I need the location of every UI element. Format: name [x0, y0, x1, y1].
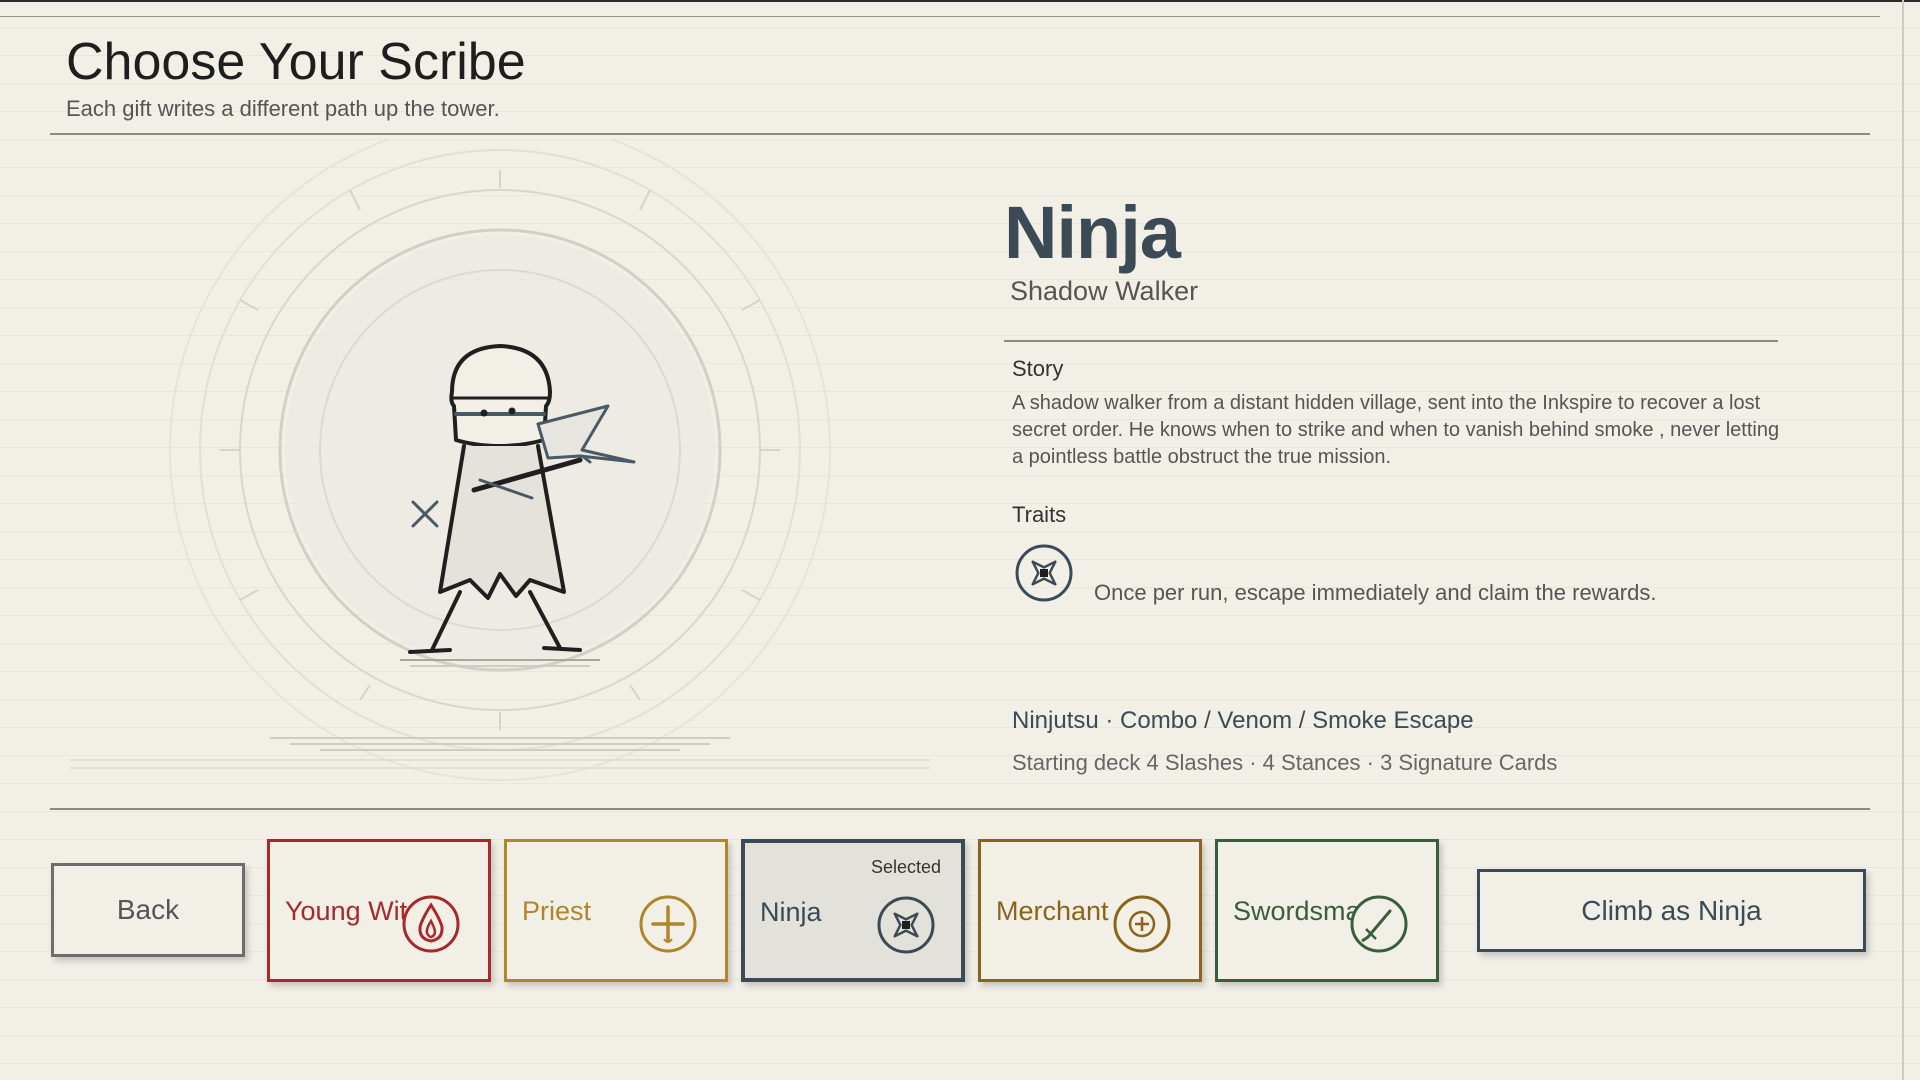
character-card-merchant[interactable]: Merchant: [978, 839, 1202, 982]
character-card-swordsman[interactable]: Swordsman: [1215, 839, 1439, 982]
traits-label: Traits: [1012, 502, 1067, 527]
selected-badge: Selected: [870, 857, 941, 877]
cross-icon: [639, 895, 697, 953]
page-subtitle: Each gift writes a different path up the…: [66, 96, 500, 121]
character-info: Ninja Shadow Walker: [1004, 190, 1784, 307]
story-text: A shadow walker from a distant hidden vi…: [1012, 392, 1780, 468]
character-name: Ninja: [1004, 191, 1181, 274]
trait-description: Once per run, escape immediately and cla…: [1094, 580, 1657, 605]
character-portrait: [70, 140, 930, 781]
back-button[interactable]: Back: [51, 863, 245, 957]
character-epithet: Shadow Walker: [1010, 276, 1199, 306]
top-border-thin: [0, 16, 1880, 17]
traits-section: Traits: [1012, 502, 1782, 528]
flame-icon: [402, 895, 460, 953]
right-border: [1902, 0, 1904, 1080]
sword-icon: [1350, 895, 1408, 953]
card-label: Ninja: [760, 897, 822, 927]
header: Choose Your Scribe Each gift writes a di…: [66, 32, 526, 122]
character-card-ninja[interactable]: Selected Ninja: [741, 839, 965, 982]
trait-row: Once per run, escape immediately and cla…: [1012, 543, 1782, 613]
character-card-priest[interactable]: Priest: [504, 839, 728, 982]
climb-button[interactable]: Climb as Ninja: [1477, 869, 1866, 952]
coin-icon: [1113, 895, 1171, 953]
card-label: Merchant: [996, 896, 1109, 926]
shuriken-icon: [877, 896, 935, 954]
page-title: Choose Your Scribe: [66, 33, 526, 91]
footer-divider: [50, 808, 1870, 810]
info-divider: [1004, 340, 1778, 342]
character-card-young-witch[interactable]: Young Witch: [267, 839, 491, 982]
play-style: Ninjutsu · Combo / Venom / Smoke Escape: [1012, 707, 1474, 734]
story-label: Story: [1012, 356, 1064, 381]
header-divider: [50, 133, 1870, 135]
card-label: Priest: [522, 896, 592, 926]
shuriken-icon: [1015, 544, 1073, 602]
story-section: Story A shadow walker from a distant hid…: [1012, 356, 1782, 471]
starting-deck: Starting deck 4 Slashes · 4 Stances · 3 …: [1012, 750, 1558, 775]
top-border: [0, 0, 1920, 2]
